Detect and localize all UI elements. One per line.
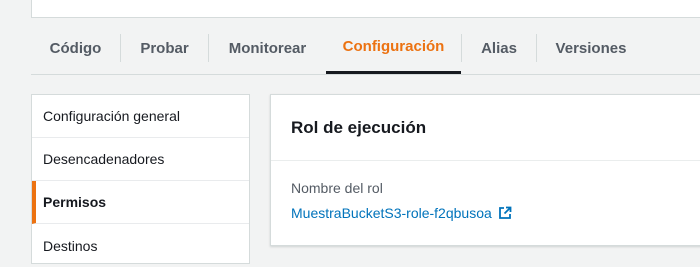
tab-label: Probar	[140, 39, 189, 57]
nav-item-label: Configuración general	[43, 108, 180, 124]
tab-label: Monitorear	[228, 39, 307, 57]
nav-item-label: Destinos	[43, 237, 98, 254]
nav-item-permisos[interactable]: Permisos	[32, 181, 249, 224]
tab-label: Código	[49, 39, 102, 57]
nav-item-configuracion-general[interactable]: Configuración general	[32, 95, 249, 138]
card-header: Rol de ejecución	[271, 95, 700, 161]
configuration-side-nav: Configuración general Desencadenadores P…	[31, 94, 250, 264]
nav-item-label: Permisos	[43, 194, 107, 210]
role-name-text: MuestraBucketS3-role-f2qbusoa	[291, 205, 492, 221]
external-link-icon	[498, 206, 512, 220]
tab-alias[interactable]: Alias	[462, 22, 536, 74]
nav-item-desencadenadores[interactable]: Desencadenadores	[32, 138, 249, 181]
tab-label: Alias	[481, 39, 517, 57]
nav-item-label: Desencadenadores	[43, 151, 165, 167]
top-panel	[31, 0, 700, 18]
tab-configuracion[interactable]: Configuración	[326, 22, 461, 74]
function-tabs: Código Probar Monitorear Configuración A…	[31, 22, 700, 75]
tab-label: Versiones	[555, 39, 627, 57]
nav-item-destinos[interactable]: Destinos	[32, 224, 249, 267]
tab-versiones[interactable]: Versiones	[537, 22, 645, 74]
tab-monitorear[interactable]: Monitorear	[209, 22, 326, 74]
card-title: Rol de ejecución	[291, 118, 427, 137]
role-name-link[interactable]: MuestraBucketS3-role-f2qbusoa	[291, 205, 512, 221]
tab-probar[interactable]: Probar	[121, 22, 208, 74]
tab-codigo[interactable]: Código	[31, 22, 120, 74]
role-name-label: Nombre del rol	[291, 180, 383, 196]
execution-role-card: Rol de ejecución Nombre del rol MuestraB…	[270, 94, 700, 246]
tab-label: Configuración	[342, 38, 445, 55]
